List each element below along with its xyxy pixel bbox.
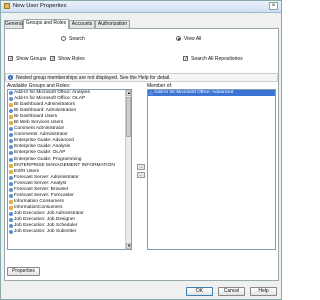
available-list-scrollbar[interactable]: ▲ ▼	[125, 90, 131, 249]
help-button[interactable]: Help	[250, 287, 277, 296]
properties-button[interactable]: Properties	[7, 267, 40, 276]
list-item-label: Enterprise Guide: Advanced	[14, 138, 74, 144]
list-item-label: Forecast Server: Analyst	[14, 180, 67, 186]
list-item-label: BI Dashboard Users	[14, 114, 58, 120]
role-icon	[9, 211, 13, 216]
list-item-label: Add-In for Microsoft Office: Advanced	[154, 90, 234, 95]
role-icon	[149, 91, 153, 95]
remove-member-arrow-icon[interactable]: ←	[137, 172, 145, 178]
group-icon	[9, 115, 13, 120]
list-item-label: Comment Administrator	[14, 126, 65, 132]
list-item-label: Add-In for Microsoft Office: Analysis	[14, 90, 90, 95]
role-icon	[9, 145, 13, 150]
tab-accounts[interactable]: Accounts	[69, 20, 95, 28]
list-item-label: Job Execution: Job Administrator	[14, 210, 84, 216]
list-item[interactable]: Job Execution: Job Submitter	[8, 229, 131, 235]
role-icon	[9, 109, 13, 114]
tab-general[interactable]: General	[4, 20, 23, 28]
role-icon	[9, 133, 13, 138]
role-icon	[9, 97, 13, 102]
app-icon	[4, 3, 10, 9]
list-item-label: BI Web Services Users	[14, 120, 64, 126]
role-icon	[9, 157, 13, 162]
list-item-label: Forecast Server: Administrator	[14, 174, 79, 180]
role-icon	[9, 230, 13, 235]
group-icon	[9, 163, 13, 168]
list-item-label: Information Consumers	[14, 198, 64, 204]
close-icon[interactable]: ×	[269, 2, 278, 10]
dialog-window: New User Properties × General Groups and…	[0, 0, 282, 300]
group-icon	[9, 205, 13, 210]
member-of-list[interactable]: Add-In for Microsoft Office: Advanced	[147, 89, 276, 250]
list-item-label: Enterprise Guide: OLAP	[14, 150, 66, 156]
search-radio-label: Search	[69, 36, 85, 42]
tab-authorization[interactable]: Authorization	[95, 20, 130, 28]
group-icon	[9, 199, 13, 204]
ok-button[interactable]: OK	[186, 287, 213, 296]
search-radio[interactable]	[61, 36, 66, 41]
view-all-radio[interactable]	[176, 36, 181, 41]
group-icon	[9, 169, 13, 174]
title-bar: New User Properties ×	[1, 1, 281, 13]
role-icon	[9, 139, 13, 144]
list-item-label: Enterprise Guide: Analysis	[14, 144, 71, 150]
list-item-label: Forecast Server: Browser	[14, 186, 69, 192]
role-icon	[9, 224, 13, 229]
list-item-label: BI Dashboard: Administration	[14, 108, 77, 114]
list-item-label: Job Execution: Job Designer	[14, 216, 76, 222]
info-message: Nested group memberships are not display…	[16, 75, 171, 81]
role-icon	[9, 217, 13, 222]
list-item[interactable]: Add-In for Microsoft Office: Advanced	[148, 90, 275, 97]
list-item-label: Job Execution: Job Submitter	[14, 229, 77, 235]
role-icon	[9, 187, 13, 192]
show-groups-label: Show Groups	[16, 56, 47, 62]
group-icon	[9, 103, 13, 108]
view-all-radio-label: View All	[184, 36, 202, 42]
info-icon: i	[8, 75, 13, 80]
show-roles-label: Show Roles	[58, 56, 85, 62]
role-icon	[9, 193, 13, 198]
available-groups-roles-list[interactable]: Add-In for Microsoft Office: Analysis Add…	[7, 89, 132, 250]
info-bar: i Nested group memberships are not displ…	[5, 73, 278, 82]
scroll-thumb[interactable]	[126, 97, 131, 137]
role-icon	[9, 91, 13, 95]
list-item-label: Forecast Server: Forecaster	[14, 192, 74, 198]
list-item-label: InformationConsumers	[14, 204, 63, 210]
list-item-label: ESRI Users	[14, 168, 40, 174]
show-groups-checkbox[interactable]: ✓	[8, 56, 13, 62]
window-title: New User Properties	[13, 3, 67, 9]
list-item-label: Job Execution: Job Scheduler	[14, 223, 78, 229]
scroll-up-icon[interactable]: ▲	[126, 90, 131, 96]
role-icon	[9, 127, 13, 132]
list-item-label: ENTERPRISE MANAGEMENT INFORMATION	[14, 162, 115, 168]
scroll-down-icon[interactable]: ▼	[126, 243, 131, 249]
tab-groups-and-roles[interactable]: Groups and Roles	[23, 19, 69, 29]
role-icon	[9, 181, 13, 186]
list-item-label: Comments: Administrator	[14, 132, 68, 138]
cancel-button[interactable]: Cancel	[218, 287, 245, 296]
add-member-arrow-icon[interactable]: →	[137, 164, 145, 170]
role-icon	[9, 151, 13, 156]
list-item-label: BI Dashboard Administrators	[14, 102, 76, 108]
list-item-label: Add-In for Microsoft Office: OLAP	[14, 96, 86, 102]
search-all-repositories-checkbox[interactable]: ✓	[183, 56, 188, 62]
list-item-label: Enterprise Guide: Programming	[14, 156, 82, 162]
role-icon	[9, 175, 13, 180]
group-icon	[9, 121, 13, 126]
search-all-repositories-label: Search All Repositories	[191, 56, 243, 62]
show-roles-checkbox[interactable]: ✓	[50, 56, 55, 62]
